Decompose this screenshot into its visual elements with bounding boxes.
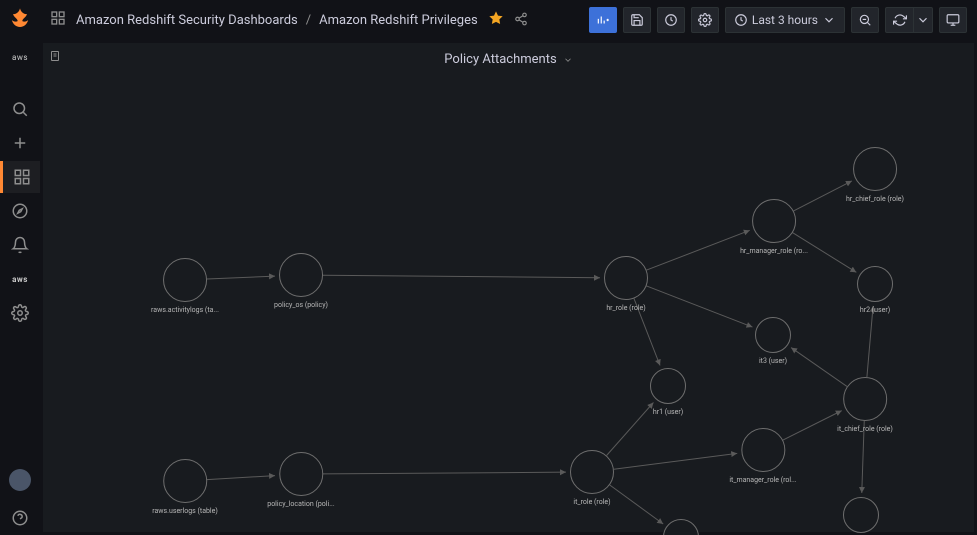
aws-org-icon[interactable]: aws: [0, 41, 40, 73]
graph-edge: [607, 402, 654, 455]
share-icon[interactable]: [514, 11, 528, 30]
graph-edge: [647, 286, 753, 327]
graph-node-hr_manager_role[interactable]: hr_manager_role (ro...: [740, 199, 808, 255]
graph-edge: [614, 453, 737, 469]
graph-edge: [647, 230, 750, 270]
time-range-label: Last 3 hours: [752, 13, 818, 27]
node-circle: [163, 258, 207, 302]
node-label: hr1 (user): [653, 408, 683, 416]
graph-node-it2[interactable]: it2 (user): [843, 497, 879, 535]
node-label: hr_manager_role (ro...: [740, 247, 808, 255]
zoom-out-button[interactable]: [851, 7, 879, 33]
graph-node-hr_chief_role[interactable]: hr_chief_role (role): [846, 147, 904, 203]
graph-edge: [323, 472, 566, 474]
graph-canvas[interactable]: raws.activitylogs (ta... policy_os (polic…: [43, 75, 974, 532]
explore-icon[interactable]: [0, 195, 40, 227]
alerting-icon[interactable]: [0, 229, 40, 261]
node-circle: [752, 199, 796, 243]
time-range-picker[interactable]: Last 3 hours: [725, 7, 845, 33]
graph-node-hr_role[interactable]: hr_role (role): [604, 256, 648, 312]
graph-edge: [323, 275, 600, 278]
graph-edge: [867, 306, 873, 377]
configuration-icon[interactable]: [0, 297, 40, 329]
aws-plugin-icon[interactable]: aws: [0, 263, 40, 295]
node-circle: [857, 266, 893, 302]
sidebar: aws aws: [0, 0, 40, 535]
node-circle: [279, 253, 323, 297]
history-button[interactable]: [657, 7, 685, 33]
graph-node-it_role[interactable]: it_role (role): [570, 450, 614, 506]
node-circle: [279, 452, 323, 496]
node-label: it_chief_role (role): [837, 425, 893, 433]
node-label: hr_role (role): [606, 304, 645, 312]
node-circle: [650, 368, 686, 404]
node-circle: [604, 256, 648, 300]
graph-node-raws_userlogs[interactable]: raws.userlogs (table): [152, 459, 218, 515]
panel-area: Policy Attachments raws.activitylogs (ta…: [40, 40, 977, 535]
breadcrumb-separator: /: [306, 13, 311, 28]
refresh-interval-dropdown[interactable]: [913, 7, 933, 33]
graph-node-it1[interactable]: it1 (user): [663, 519, 699, 535]
refresh-button[interactable]: [885, 7, 913, 33]
graph-node-policy_location[interactable]: policy_location (poli...: [267, 452, 334, 508]
node-circle: [755, 317, 791, 353]
node-label: it_role (role): [573, 498, 610, 506]
dashboards-icon[interactable]: [0, 161, 40, 193]
help-icon[interactable]: [0, 502, 40, 534]
graph-node-hr2[interactable]: hr2 (user): [857, 266, 893, 314]
graph-node-it_chief_role[interactable]: it_chief_role (role): [837, 377, 893, 433]
node-label: policy_location (poli...: [267, 500, 334, 508]
graph-edge: [610, 485, 663, 524]
grafana-logo[interactable]: [6, 6, 34, 34]
node-circle: [843, 497, 879, 533]
save-button[interactable]: [623, 7, 651, 33]
refresh-group: [885, 7, 933, 33]
node-circle: [163, 459, 207, 503]
main-area: Amazon Redshift Security Dashboards / Am…: [40, 0, 977, 535]
plus-icon[interactable]: [0, 127, 40, 159]
node-circle: [663, 519, 699, 535]
policy-attachments-panel: Policy Attachments raws.activitylogs (ta…: [43, 43, 974, 532]
topbar: Amazon Redshift Security Dashboards / Am…: [40, 0, 977, 40]
add-panel-button[interactable]: [589, 7, 617, 33]
graph-node-policy_os[interactable]: policy_os (policy): [274, 253, 328, 309]
chevron-down-icon: [563, 50, 573, 69]
search-icon[interactable]: [0, 93, 40, 125]
graph-node-raws_activitylogs[interactable]: raws.activitylogs (ta...: [151, 258, 219, 314]
node-circle: [853, 147, 897, 191]
node-label: raws.activitylogs (ta...: [151, 306, 219, 314]
toolbar-right: Last 3 hours: [589, 7, 967, 33]
settings-button[interactable]: [691, 7, 719, 33]
node-label: it_manager_role (rol...: [729, 476, 796, 484]
node-circle: [570, 450, 614, 494]
graph-node-hr1[interactable]: hr1 (user): [650, 368, 686, 416]
breadcrumb-home-icon[interactable]: [50, 10, 66, 30]
graph-node-it_manager_role[interactable]: it_manager_role (rol...: [729, 428, 796, 484]
node-circle: [843, 377, 887, 421]
panel-info-icon[interactable]: [49, 47, 61, 66]
graph-node-it3[interactable]: it3 (user): [755, 317, 791, 365]
tv-mode-button[interactable]: [939, 7, 967, 33]
user-avatar[interactable]: [9, 469, 31, 491]
breadcrumb-folder[interactable]: Amazon Redshift Security Dashboards: [76, 13, 298, 28]
panel-title-row[interactable]: Policy Attachments: [43, 43, 974, 75]
star-icon[interactable]: [488, 10, 504, 30]
node-label: raws.userlogs (table): [152, 507, 218, 515]
node-circle: [741, 428, 785, 472]
panel-title: Policy Attachments: [444, 52, 556, 67]
breadcrumb-page[interactable]: Amazon Redshift Privileges: [319, 13, 478, 28]
node-label: policy_os (policy): [274, 301, 328, 309]
node-label: it3 (user): [759, 357, 787, 365]
node-label: hr_chief_role (role): [846, 195, 904, 203]
breadcrumbs: Amazon Redshift Security Dashboards / Am…: [76, 13, 478, 28]
node-label: hr2 (user): [860, 306, 890, 314]
